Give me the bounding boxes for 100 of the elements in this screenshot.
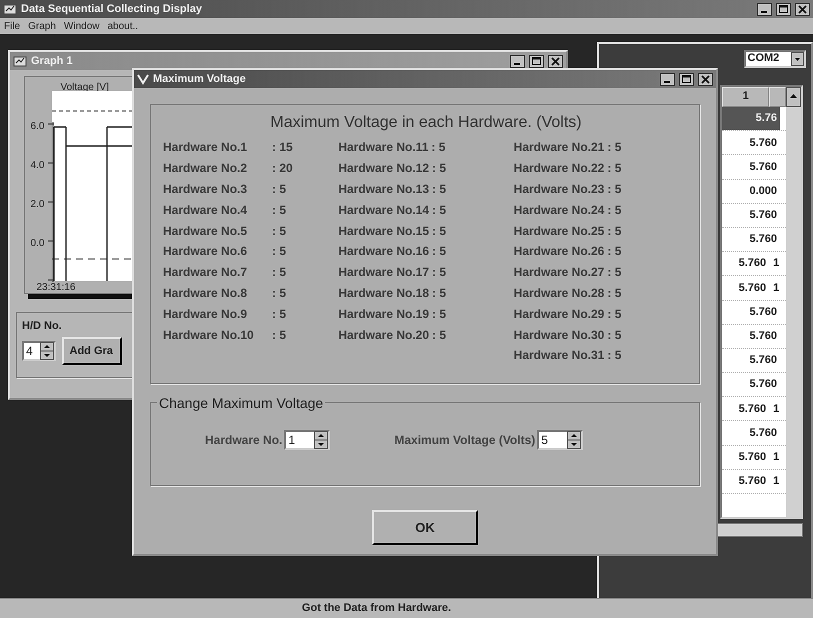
hardware-label: Hardware No.7 — [163, 264, 248, 282]
panel-heading: Maximum Voltage in each Hardware. (Volts) — [269, 113, 583, 133]
hardware-label: Hardware No.14 — [338, 202, 430, 219]
number-spinner[interactable]: 5 — [537, 430, 584, 450]
close-icon[interactable] — [548, 54, 563, 68]
hardware-value: : 5 — [432, 264, 446, 282]
table-cell[interactable]: 5.760 — [722, 421, 780, 445]
hardware-value: : 5 — [272, 326, 286, 344]
maximize-icon[interactable] — [776, 2, 791, 16]
dialog-icon — [137, 73, 149, 85]
tick-label: 2.0 — [30, 198, 44, 212]
app-icon — [3, 3, 17, 15]
hardware-value: : 5 — [272, 222, 286, 240]
number-spinner[interactable]: 4 — [22, 341, 56, 362]
hardware-value: : 5 — [272, 202, 286, 219]
hardware-label: Hardware No.29 — [514, 306, 604, 323]
scrollbar[interactable] — [786, 107, 801, 517]
menu-item[interactable]: File — [4, 18, 20, 34]
menu-item[interactable]: Graph — [28, 18, 56, 34]
spin-arrows-icon[interactable] — [40, 342, 54, 360]
table-cell[interactable]: 5.760 — [722, 131, 780, 154]
hardware-value: : 15 — [272, 139, 293, 156]
hardware-value: : 5 — [272, 284, 286, 302]
hardware-label: Hardware No.12 — [338, 160, 430, 178]
window-title: Maximum Voltage — [153, 72, 247, 87]
hardware-value: : 20 — [272, 160, 293, 178]
table-cell[interactable]: 5.760 — [722, 373, 780, 396]
minimize-icon[interactable] — [660, 72, 675, 86]
scroll-up-icon[interactable] — [786, 87, 801, 107]
tick-label: 6.0 — [30, 120, 44, 134]
table-cell-text: 1 — [772, 450, 780, 465]
hardware-value: : 5 — [272, 264, 286, 282]
hardware-label: Hardware No.11 — [338, 139, 428, 156]
hardware-label: Hardware No.23 — [514, 180, 604, 198]
table-cell[interactable]: 0.000 — [722, 180, 780, 203]
add-graph-button[interactable]: Add Gra — [62, 337, 122, 366]
hardware-value: : 5 — [607, 347, 622, 364]
hardware-value: : 5 — [432, 306, 446, 323]
table-cell-text: 1 — [772, 256, 780, 272]
hardware-value: : 5 — [432, 180, 446, 198]
hardware-value: : 5 — [607, 264, 622, 282]
hardware-value: : 5 — [607, 222, 622, 240]
field-label: Maximum Voltage (Volts) — [394, 432, 536, 449]
ok-button[interactable]: OK — [372, 510, 478, 545]
hardware-label: Hardware No.25 — [514, 222, 604, 240]
table-cell[interactable]: 5.760 — [722, 276, 770, 300]
maximize-icon[interactable] — [529, 54, 544, 68]
menu-item[interactable]: about.. — [108, 18, 138, 34]
table-cell-text: 1 — [772, 280, 780, 296]
hardware-label: Hardware No.2 — [163, 160, 248, 178]
table-cell[interactable]: 5.76 — [722, 107, 780, 130]
hardware-label: Hardware No.24 — [514, 202, 604, 219]
hardware-label: Hardware No.31 — [514, 347, 604, 364]
field-label: Hardware No. — [205, 432, 282, 449]
table-cell[interactable]: 5.760 — [722, 324, 780, 348]
hardware-label: Hardware No.10 — [163, 326, 255, 344]
close-icon[interactable] — [698, 72, 713, 86]
table-cell[interactable]: 5.760 — [722, 397, 770, 420]
tick-label: 23:31:16 — [36, 282, 76, 292]
hardware-value: : 5 — [272, 243, 286, 260]
table-cell[interactable]: 5.760 — [722, 155, 780, 179]
table-cell[interactable]: 5.760 — [722, 446, 770, 469]
minimize-icon[interactable] — [757, 2, 772, 16]
hardware-value: : 5 — [607, 139, 622, 156]
hardware-label: Hardware No.8 — [163, 284, 248, 302]
hardware-label: Hardware No.18 — [338, 284, 430, 302]
hardware-label: Hardware No.26 — [514, 243, 604, 260]
table-cell[interactable]: 5.760 — [722, 204, 780, 227]
table-cell[interactable]: 5.760 — [722, 470, 770, 493]
hardware-value: : 5 — [607, 326, 622, 344]
close-icon[interactable] — [795, 2, 810, 16]
tick-label: 4.0 — [30, 158, 44, 172]
hardware-label: Hardware No.22 — [514, 160, 604, 178]
window-title: Data Sequential Collecting Display — [21, 2, 203, 17]
table-cell-text: 1 — [772, 474, 780, 490]
spin-arrows-icon[interactable] — [567, 431, 582, 449]
hardware-value: : 5 — [432, 202, 446, 219]
hardware-value: : 5 — [432, 222, 446, 240]
hardware-value: : 5 — [607, 180, 622, 198]
hardware-label: Hardware No.15 — [338, 222, 430, 240]
spin-arrows-icon[interactable] — [314, 431, 328, 449]
table-cell[interactable]: 5.760 — [722, 300, 780, 324]
hardware-label: Hardware No.4 — [163, 202, 248, 219]
table-cell[interactable]: 5.760 — [722, 228, 780, 252]
hardware-value: : 5 — [607, 306, 622, 323]
port-dropdown[interactable]: COM2 — [744, 50, 806, 68]
maximize-icon[interactable] — [679, 72, 694, 86]
minimize-icon[interactable] — [510, 54, 525, 68]
hardware-value: : 5 — [607, 160, 622, 178]
hardware-value: : 5 — [607, 284, 622, 302]
table-cell[interactable]: 5.760 — [722, 348, 780, 372]
status-text: Got the Data from Hardware. — [302, 601, 452, 616]
table-cell[interactable]: 5.760 — [722, 252, 770, 276]
hardware-label: Hardware No.20 — [338, 326, 430, 344]
number-spinner[interactable]: 1 — [284, 430, 330, 450]
hardware-label: Hardware No.17 — [338, 264, 430, 282]
hardware-label: Hardware No.21 — [514, 139, 604, 156]
menu-item[interactable]: Window — [64, 18, 100, 34]
hardware-label: Hardware No.30 — [514, 326, 604, 344]
column-header: 1 — [722, 87, 770, 107]
